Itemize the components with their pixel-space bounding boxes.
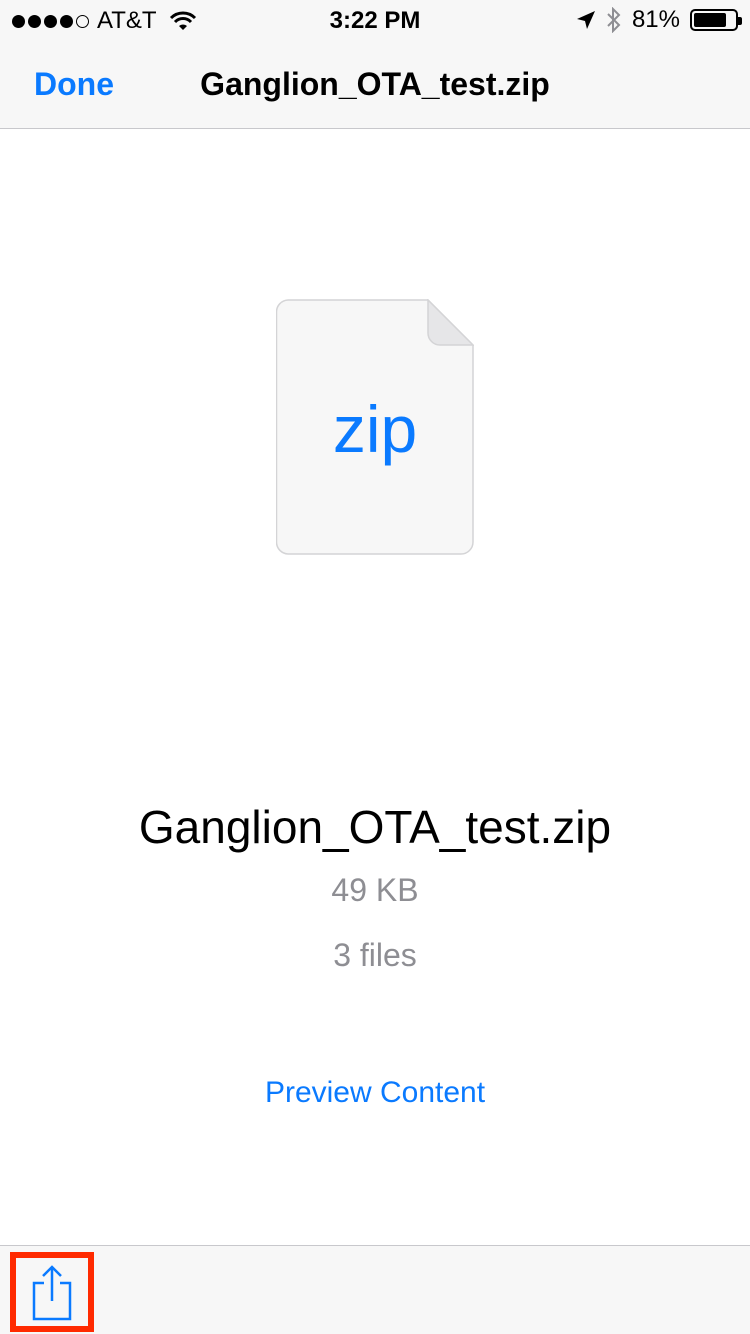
nav-title: Ganglion_OTA_test.zip — [200, 66, 550, 102]
file-count: 3 files — [333, 937, 417, 973]
navigation-bar: Done Ganglion_OTA_test.zip — [0, 40, 750, 128]
screen: AT&T 3:22 PM 81% Done Ganglion_OTA_test.… — [0, 0, 750, 1334]
share-icon — [32, 1265, 72, 1321]
file-size: 49 KB — [331, 872, 419, 908]
battery-icon — [690, 9, 742, 31]
battery-fill — [694, 13, 727, 27]
status-bar: AT&T 3:22 PM 81% — [0, 0, 750, 40]
zip-file-icon: zip — [275, 298, 475, 555]
file-extension-label: zip — [332, 392, 418, 466]
preview-content-button[interactable]: Preview Content — [0, 1076, 750, 1110]
bluetooth-icon — [607, 7, 621, 33]
file-name: Ganglion_OTA_test.zip — [138, 801, 612, 853]
bottom-toolbar — [0, 1245, 750, 1334]
status-right: 81% — [576, 6, 742, 34]
top-bar: AT&T 3:22 PM 81% Done Ganglion_OTA_test.… — [0, 0, 750, 129]
location-arrow-icon — [576, 11, 595, 29]
battery-percent: 81% — [631, 6, 680, 33]
share-button[interactable] — [10, 1252, 94, 1332]
